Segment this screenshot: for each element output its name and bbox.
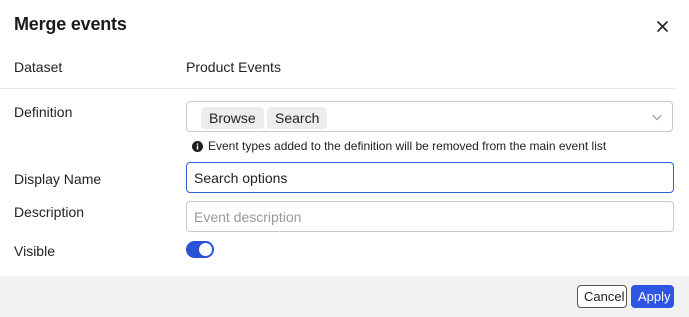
definition-chip[interactable]: Browse <box>201 107 264 129</box>
dialog-title: Merge events <box>14 14 127 34</box>
definition-multiselect[interactable]: Browse Search <box>186 101 673 132</box>
display-name-input[interactable] <box>186 162 674 193</box>
description-input[interactable] <box>186 201 674 232</box>
divider <box>0 88 675 89</box>
merge-events-dialog: Merge events Dataset Product Events Defi… <box>0 0 689 317</box>
dataset-value: Product Events <box>186 59 281 75</box>
definition-hint-text: Event types added to the definition will… <box>208 139 607 153</box>
toggle-knob <box>199 243 212 256</box>
visible-toggle[interactable] <box>186 241 214 258</box>
apply-button[interactable]: Apply <box>631 285 674 308</box>
description-label: Description <box>14 204 85 220</box>
visible-label: Visible <box>14 243 55 259</box>
close-icon <box>656 20 668 32</box>
dialog-footer: Cancel Apply <box>0 276 689 317</box>
display-name-label: Display Name <box>14 171 102 187</box>
close-button[interactable] <box>652 16 672 36</box>
definition-hint: Event types added to the definition will… <box>192 139 606 153</box>
definition-chip[interactable]: Search <box>267 107 328 129</box>
dataset-label: Dataset <box>14 59 63 75</box>
definition-label: Definition <box>14 104 73 120</box>
chevron-down-icon[interactable] <box>651 111 663 123</box>
cancel-button[interactable]: Cancel <box>577 285 627 308</box>
info-icon <box>192 140 203 152</box>
